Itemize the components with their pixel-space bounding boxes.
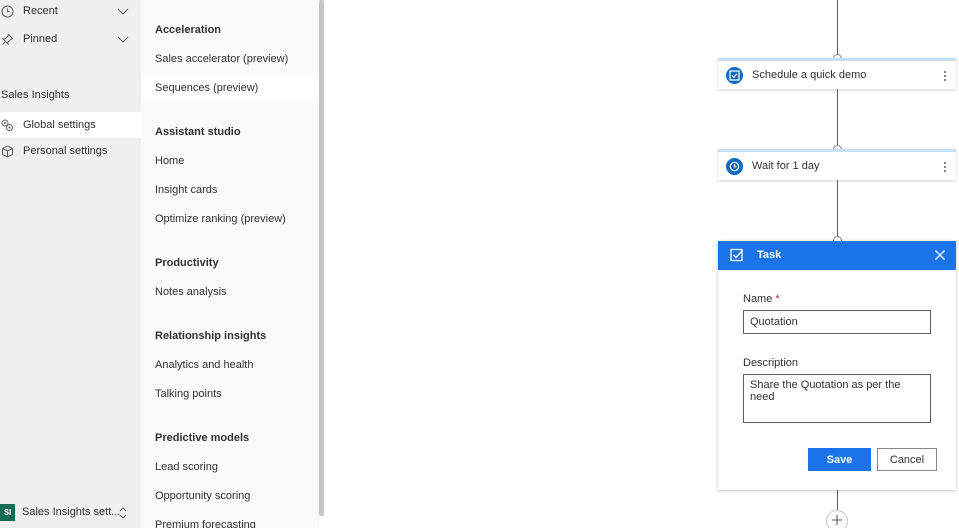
menu-item-talking-points[interactable]: Talking points xyxy=(141,380,319,408)
menu-item-lead-scoring[interactable]: Lead scoring xyxy=(141,453,319,481)
close-icon[interactable] xyxy=(934,249,946,261)
nav-pinned[interactable]: Pinned xyxy=(0,26,141,52)
task-panel: Task Name * Description Share the Quotat… xyxy=(718,241,956,490)
section-header-relationship-insights: Relationship insights xyxy=(155,330,267,342)
area-label: Sales Insights sett... xyxy=(22,506,121,518)
section-header-productivity: Productivity xyxy=(155,257,219,269)
connector-line xyxy=(837,180,838,237)
task-panel-title: Task xyxy=(757,249,782,261)
left-navigation: Recent Pinned Sales Insights Global sett… xyxy=(0,0,141,528)
clock-icon xyxy=(726,158,743,175)
menu-item-opportunity-scoring[interactable]: Opportunity scoring xyxy=(141,482,319,510)
sidebar-item-global-settings[interactable]: Global settings xyxy=(0,112,141,138)
nav-recent[interactable]: Recent xyxy=(0,0,141,24)
cube-icon xyxy=(0,144,14,158)
description-field[interactable]: Share the Quotation as per the need xyxy=(743,374,931,423)
connector-line xyxy=(837,0,838,55)
chevron-down-icon xyxy=(116,4,130,18)
required-mark: * xyxy=(775,293,780,305)
menu-item-notes-analysis[interactable]: Notes analysis xyxy=(141,278,319,306)
save-button[interactable]: Save xyxy=(808,448,871,471)
task-panel-header: Task xyxy=(718,241,956,270)
more-options-icon[interactable] xyxy=(940,67,950,84)
area-switcher[interactable]: SI Sales Insights sett... xyxy=(0,499,141,528)
plus-icon xyxy=(831,514,843,528)
section-header-acceleration: Acceleration xyxy=(155,24,222,36)
name-label-text: Name xyxy=(743,293,773,305)
step-label: Schedule a quick demo xyxy=(752,69,867,81)
menu-item-insight-cards[interactable]: Insight cards xyxy=(141,176,319,204)
add-step-button[interactable] xyxy=(826,510,848,528)
step-card-schedule-demo[interactable]: Schedule a quick demo xyxy=(718,58,956,89)
sequence-canvas: Schedule a quick demo Wait for 1 day Tas… xyxy=(324,0,959,528)
section-header-predictive-models: Predictive models xyxy=(155,432,250,444)
menu-item-home[interactable]: Home xyxy=(141,147,319,175)
settings-cluster-icon xyxy=(0,118,14,132)
step-label: Wait for 1 day xyxy=(752,160,820,172)
menu-item-analytics-health[interactable]: Analytics and health xyxy=(141,351,319,379)
section-header-assistant-studio: Assistant studio xyxy=(155,126,241,138)
menu-item-sales-accelerator[interactable]: Sales accelerator (preview) xyxy=(141,45,319,73)
chevron-updown-icon xyxy=(117,505,129,521)
cancel-button[interactable]: Cancel xyxy=(877,448,937,471)
name-label: Name * xyxy=(743,293,780,305)
name-field[interactable] xyxy=(743,310,931,334)
nav-pinned-label: Pinned xyxy=(23,33,58,45)
sidebar-item-label: Personal settings xyxy=(23,145,108,157)
more-options-icon[interactable] xyxy=(940,158,950,175)
pin-icon xyxy=(0,32,14,46)
menu-item-sequences[interactable]: Sequences (preview) xyxy=(141,74,319,102)
sidebar-item-personal-settings[interactable]: Personal settings xyxy=(0,138,141,164)
settings-menu: Acceleration Sales accelerator (preview)… xyxy=(141,0,319,528)
sidebar-item-label: Global settings xyxy=(23,119,96,131)
connector-line xyxy=(837,490,838,510)
nav-recent-label: Recent xyxy=(23,5,58,17)
chevron-down-icon xyxy=(116,32,130,46)
clock-icon xyxy=(0,4,14,18)
description-label: Description xyxy=(743,357,799,369)
step-card-wait[interactable]: Wait for 1 day xyxy=(718,149,956,180)
nav-group-title: Sales Insights xyxy=(1,89,70,101)
area-badge: SI xyxy=(0,504,15,521)
connector-line xyxy=(837,89,838,146)
task-check-icon xyxy=(730,248,744,262)
menu-item-premium-forecasting[interactable]: Premium forecasting xyxy=(141,511,319,528)
task-check-icon xyxy=(726,67,743,84)
menu-item-optimize-ranking[interactable]: Optimize ranking (preview) xyxy=(141,205,319,233)
